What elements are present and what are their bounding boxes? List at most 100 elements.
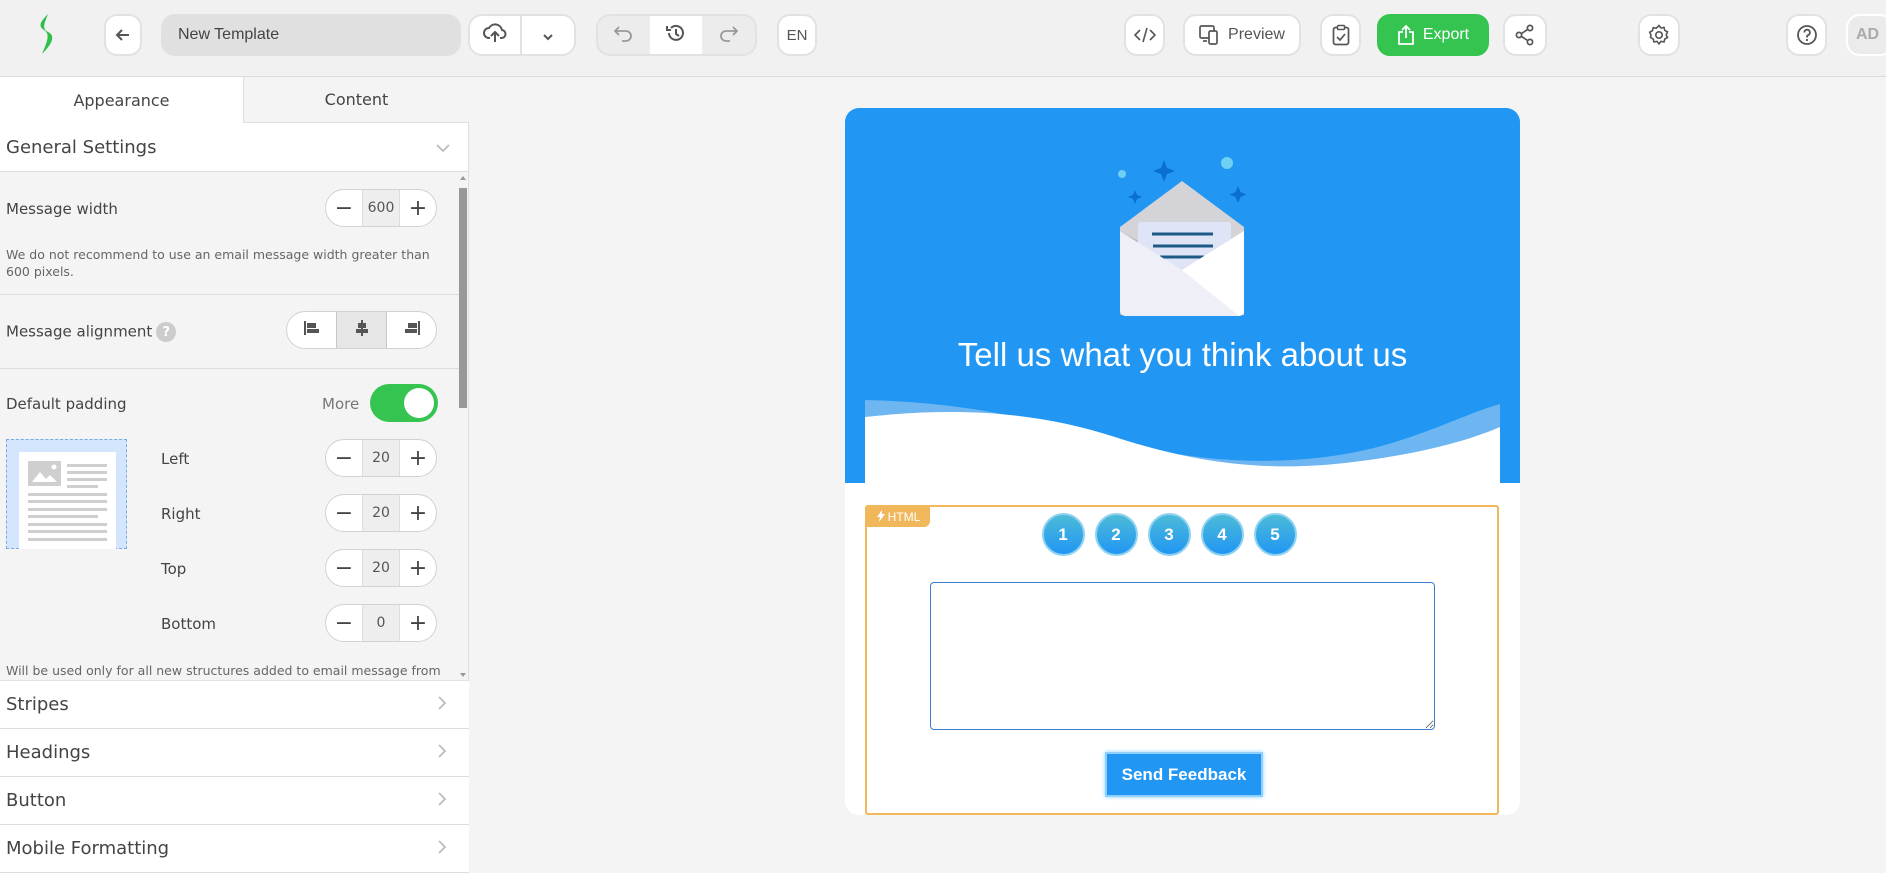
test-button[interactable] (1320, 14, 1361, 56)
export-label: Export (1422, 26, 1470, 43)
help-icon[interactable]: ? (156, 322, 177, 342)
scroll-down-arrow[interactable] (460, 673, 466, 677)
padding-right-value[interactable]: 20 (362, 495, 400, 531)
chevron-right-icon (438, 742, 447, 763)
padding-left-label: Left (161, 450, 190, 468)
general-settings-header[interactable]: General Settings (0, 123, 468, 172)
message-alignment-label: Message alignment? (6, 322, 177, 342)
padding-bottom-value[interactable]: 0 (362, 605, 400, 641)
message-width-increment[interactable]: + (400, 190, 436, 226)
padding-top-increment[interactable]: + (400, 550, 436, 586)
save-group (468, 14, 576, 56)
share-button[interactable] (1503, 14, 1547, 56)
feedback-textarea[interactable] (930, 582, 1435, 730)
alignment-selector (286, 311, 437, 349)
rating-button-5[interactable]: 5 (1253, 513, 1297, 556)
tab-content-label: Content (324, 90, 389, 109)
envelope-illustration (1108, 145, 1258, 320)
chevron-right-icon (438, 694, 447, 715)
message-alignment-text: Message alignment (6, 322, 153, 341)
padding-bottom-stepper: − 0 + (325, 604, 437, 642)
export-button[interactable]: Export (1377, 14, 1489, 56)
devices-icon (1199, 24, 1221, 46)
tab-content[interactable]: Content (243, 77, 469, 123)
rating-buttons: 1 2 3 4 5 (867, 513, 1501, 556)
more-label: More (322, 395, 360, 413)
clipboard-check-icon (1332, 24, 1350, 46)
padding-left-increment[interactable]: + (400, 440, 436, 476)
section-stripes[interactable]: Stripes (0, 681, 469, 729)
preview-button[interactable]: Preview (1183, 14, 1301, 56)
padding-right-decrement[interactable]: − (326, 495, 362, 531)
chevron-down-icon (542, 26, 554, 45)
redo-button[interactable] (702, 16, 754, 54)
align-center-icon (354, 320, 370, 340)
padding-preview-content (19, 452, 116, 549)
chevron-down-icon (436, 137, 450, 158)
align-left-icon (303, 320, 321, 340)
help-button[interactable] (1786, 14, 1827, 56)
back-button[interactable] (104, 14, 142, 56)
settings-button[interactable] (1638, 14, 1680, 56)
padding-right-stepper: − 20 + (325, 494, 437, 532)
panel-tabs: Appearance Content (0, 77, 469, 123)
padding-left-value[interactable]: 20 (362, 440, 400, 476)
general-settings-title: General Settings (6, 136, 157, 158)
section-button[interactable]: Button (0, 777, 469, 825)
align-left-button[interactable] (287, 312, 336, 348)
padding-top-decrement[interactable]: − (326, 550, 362, 586)
save-menu-button[interactable] (522, 16, 574, 54)
template-name-input[interactable] (161, 14, 461, 56)
avatar-initials: AD (1856, 26, 1880, 43)
send-feedback-button[interactable]: Send Feedback (1105, 752, 1263, 797)
general-settings-body: Message width − 600 + We do not recommen… (0, 172, 468, 681)
rating-button-2[interactable]: 2 (1094, 513, 1138, 556)
arrow-left-icon (115, 27, 131, 43)
rating-button-3[interactable]: 3 (1147, 513, 1191, 556)
tab-appearance[interactable]: Appearance (0, 77, 243, 123)
more-toggle[interactable] (370, 384, 438, 422)
align-center-button[interactable] (336, 312, 387, 348)
section-mobile-formatting-label: Mobile Formatting (6, 838, 170, 859)
email-preview[interactable]: Tell us what you think about us HTML 1 2… (845, 108, 1520, 815)
language-button[interactable]: EN (777, 14, 817, 56)
save-button[interactable] (470, 16, 523, 54)
language-label: EN (786, 26, 808, 44)
wave-decoration (865, 397, 1500, 483)
default-padding-label: Default padding (6, 395, 127, 413)
undo-button[interactable] (598, 16, 650, 54)
hero-title[interactable]: Tell us what you think about us (845, 336, 1520, 374)
padding-bottom-increment[interactable]: + (400, 605, 436, 641)
section-mobile-formatting[interactable]: Mobile Formatting (0, 825, 469, 873)
hero-banner[interactable]: Tell us what you think about us (845, 108, 1520, 483)
section-headings[interactable]: Headings (0, 729, 469, 777)
cloud-upload-icon (483, 22, 507, 48)
history-button[interactable] (650, 16, 702, 54)
padding-bottom-decrement[interactable]: − (326, 605, 362, 641)
redo-icon (718, 24, 739, 46)
brand-logo-icon[interactable] (34, 12, 58, 56)
default-padding-hint: Will be used only for all new structures… (6, 663, 441, 678)
scrollbar[interactable] (458, 172, 468, 681)
rating-button-1[interactable]: 1 (1041, 513, 1085, 556)
padding-left-decrement[interactable]: − (326, 440, 362, 476)
code-button[interactable] (1124, 14, 1165, 56)
rating-button-4[interactable]: 4 (1200, 513, 1244, 556)
padding-top-stepper: − 20 + (325, 549, 437, 587)
share-icon (1514, 24, 1536, 46)
scrollbar-thumb[interactable] (459, 188, 467, 408)
scroll-up-arrow[interactable] (460, 176, 466, 180)
align-right-button[interactable] (387, 312, 436, 348)
message-width-hint: We do not recommend to use an email mess… (6, 247, 430, 279)
message-width-value[interactable]: 600 (362, 190, 400, 226)
padding-right-increment[interactable]: + (400, 495, 436, 531)
help-icon (1796, 24, 1818, 46)
html-block[interactable]: HTML 1 2 3 4 5 Send Feedback (865, 505, 1499, 815)
preview-label: Preview (1228, 26, 1285, 43)
padding-top-value[interactable]: 20 (362, 550, 400, 586)
avatar[interactable]: AD (1846, 14, 1886, 56)
history-group (596, 14, 757, 56)
message-width-stepper: − 600 + (325, 189, 437, 227)
message-width-decrement[interactable]: − (326, 190, 362, 226)
chevron-right-icon (438, 838, 447, 859)
